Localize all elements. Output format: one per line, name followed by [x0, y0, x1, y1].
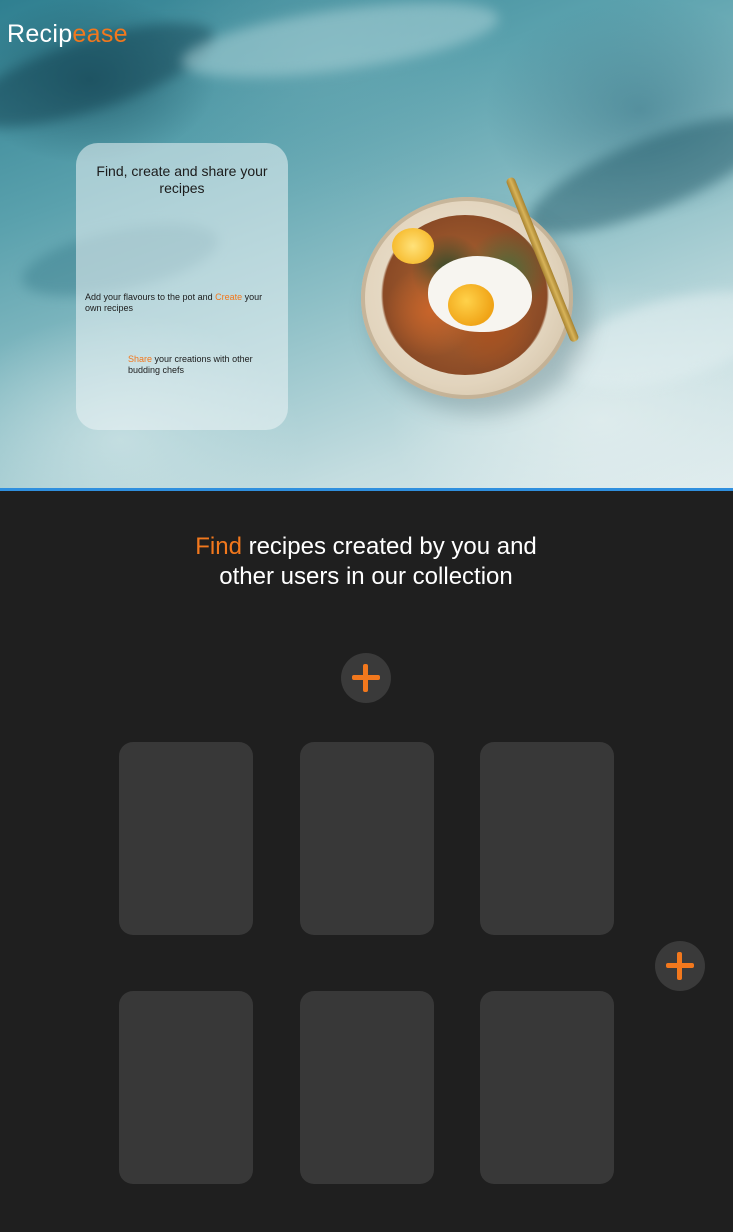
recipe-card[interactable]	[119, 991, 253, 1184]
recipe-card[interactable]	[300, 742, 434, 935]
add-recipe-button[interactable]	[341, 653, 391, 703]
create-feature-accent: Create	[215, 292, 243, 302]
intro-card-title: Find, create and share your recipes	[96, 163, 268, 196]
hero-divider	[0, 488, 733, 491]
more-recipes-button[interactable]	[655, 941, 705, 991]
logo-text-main: Recip	[7, 20, 73, 48]
recipe-card[interactable]	[480, 991, 614, 1184]
paint-streak	[516, 93, 733, 257]
logo[interactable]: Recipease	[7, 20, 128, 49]
intro-card: Find, create and share your recipes Add …	[76, 143, 288, 430]
collection-heading-accent: Find	[195, 533, 242, 560]
recipe-card[interactable]	[300, 991, 434, 1184]
collection-heading: Find recipes created by you and other us…	[190, 532, 542, 592]
recipe-card[interactable]	[480, 742, 614, 935]
hero-banner: Recipease Find, create and share your re…	[0, 0, 733, 488]
lemon-slice-image	[392, 228, 434, 264]
create-feature-prefix: Add your flavours to the pot and	[85, 292, 216, 302]
share-feature-text: Share your creations with other budding …	[128, 354, 278, 376]
share-feature-accent: Share	[128, 354, 153, 364]
egg-yolk-image	[448, 284, 494, 326]
collection-heading-rest: recipes created by you and other users i…	[219, 533, 537, 590]
recipe-card[interactable]	[119, 742, 253, 935]
logo-text-accent: ease	[72, 20, 128, 48]
paint-streak	[177, 0, 503, 92]
create-feature-text: Add your flavours to the pot and Create …	[85, 292, 275, 314]
